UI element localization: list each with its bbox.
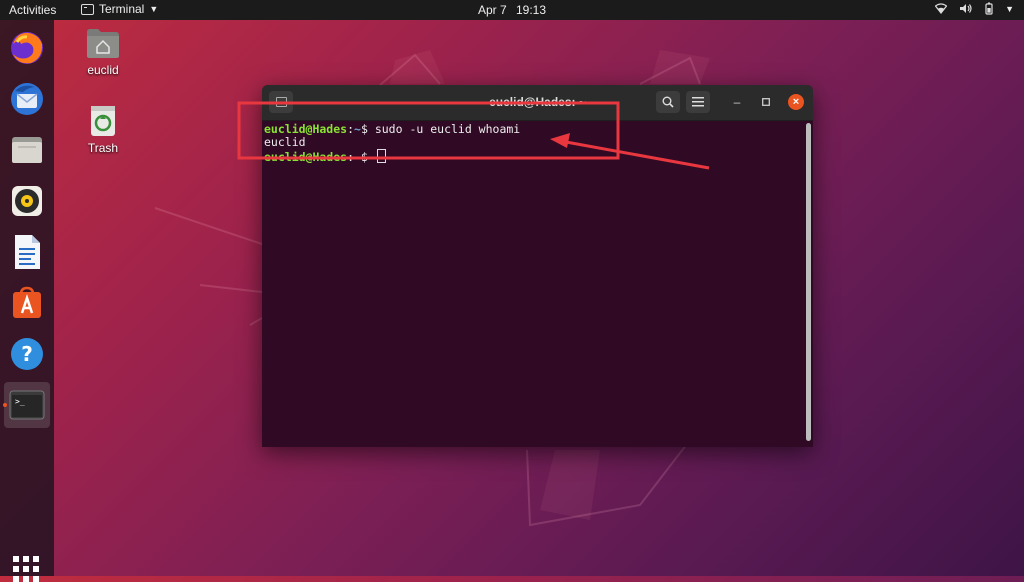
desktop-trash[interactable]: Trash <box>68 104 138 155</box>
command-text <box>368 150 375 164</box>
scrollbar[interactable] <box>806 123 811 441</box>
search-icon <box>662 96 674 108</box>
show-applications-button[interactable] <box>13 556 39 582</box>
close-icon: × <box>792 96 800 108</box>
dock-help[interactable]: ? <box>4 331 50 377</box>
system-menu-chevron-icon: ▼ <box>1005 3 1014 14</box>
writer-icon <box>15 235 40 269</box>
clock-date: Apr 7 <box>477 3 507 17</box>
terminal-headerbar[interactable]: euclid@Hades: ~ – × <box>262 85 813 121</box>
system-tray[interactable]: ▼ <box>935 2 1014 15</box>
battery-icon <box>985 2 993 15</box>
help-icon: ? <box>11 338 43 370</box>
running-indicator <box>3 403 7 407</box>
terminal-icon: >_ <box>9 390 45 420</box>
grid-icon <box>13 556 19 562</box>
terminal-line: euclid@Hades:~$ sudo -u euclid whoami <box>264 123 811 136</box>
clock[interactable]: Apr 7 19:13 <box>0 3 1024 17</box>
menu-button[interactable] <box>686 91 710 113</box>
minimize-icon: – <box>733 95 741 109</box>
search-button[interactable] <box>656 91 680 113</box>
dock-firefox[interactable] <box>4 25 50 71</box>
prompt-user: euclid@Hades <box>264 122 348 136</box>
terminal-window[interactable]: euclid@Hades: ~ – × euclid@Hades:~$ sudo… <box>262 85 813 447</box>
wifi-icon <box>935 3 948 14</box>
clock-time: 19:13 <box>516 3 547 17</box>
terminal-output[interactable]: euclid@Hades:~$ sudo -u euclid whoami eu… <box>262 121 813 447</box>
dock-rhythmbox[interactable] <box>4 178 50 224</box>
volume-icon <box>960 4 972 13</box>
firefox-icon <box>11 32 43 64</box>
dock-libreoffice-writer[interactable] <box>4 229 50 275</box>
top-bar: Activities Terminal ▼ Apr 7 19:13 ▼ <box>0 0 1024 20</box>
dock: ? >_ <box>0 20 54 582</box>
rhythmbox-icon <box>12 186 42 216</box>
command-text: sudo -u euclid whoami <box>367 122 521 136</box>
maximize-button[interactable] <box>758 94 774 110</box>
prompt-path: ~ <box>354 122 361 136</box>
close-button[interactable]: × <box>788 94 804 110</box>
hamburger-menu-icon <box>692 97 704 107</box>
command-output: euclid <box>264 135 306 149</box>
dock-thunderbird[interactable] <box>4 76 50 122</box>
dock-terminal[interactable]: >_ <box>3 382 50 428</box>
terminal-line: euclid <box>264 136 811 149</box>
software-icon <box>13 286 41 318</box>
prompt-sep: : <box>347 150 355 164</box>
svg-text:>_: >_ <box>15 397 25 406</box>
desktop-trash-label: Trash <box>87 141 119 155</box>
files-icon <box>12 137 42 163</box>
terminal-line: euclid@Hades:~$ <box>264 149 811 164</box>
prompt-sign: $ <box>360 150 368 164</box>
prompt-user: euclid@Hades <box>264 150 348 164</box>
prompt-sign: $ <box>360 122 368 136</box>
svg-text:?: ? <box>21 342 33 366</box>
dock-files[interactable] <box>4 127 50 173</box>
desktop-home-folder[interactable]: euclid <box>68 26 138 77</box>
thunderbird-icon <box>11 83 43 115</box>
prompt-sep: : <box>347 122 355 136</box>
home-folder-icon <box>87 29 119 58</box>
prompt-path: ~ <box>354 150 361 164</box>
text-cursor <box>376 149 386 163</box>
maximize-icon <box>762 98 770 106</box>
dock-ubuntu-software[interactable] <box>4 280 50 326</box>
desktop-home-label: euclid <box>87 63 119 77</box>
minimize-button[interactable]: – <box>729 94 745 110</box>
trash-icon <box>91 106 115 136</box>
